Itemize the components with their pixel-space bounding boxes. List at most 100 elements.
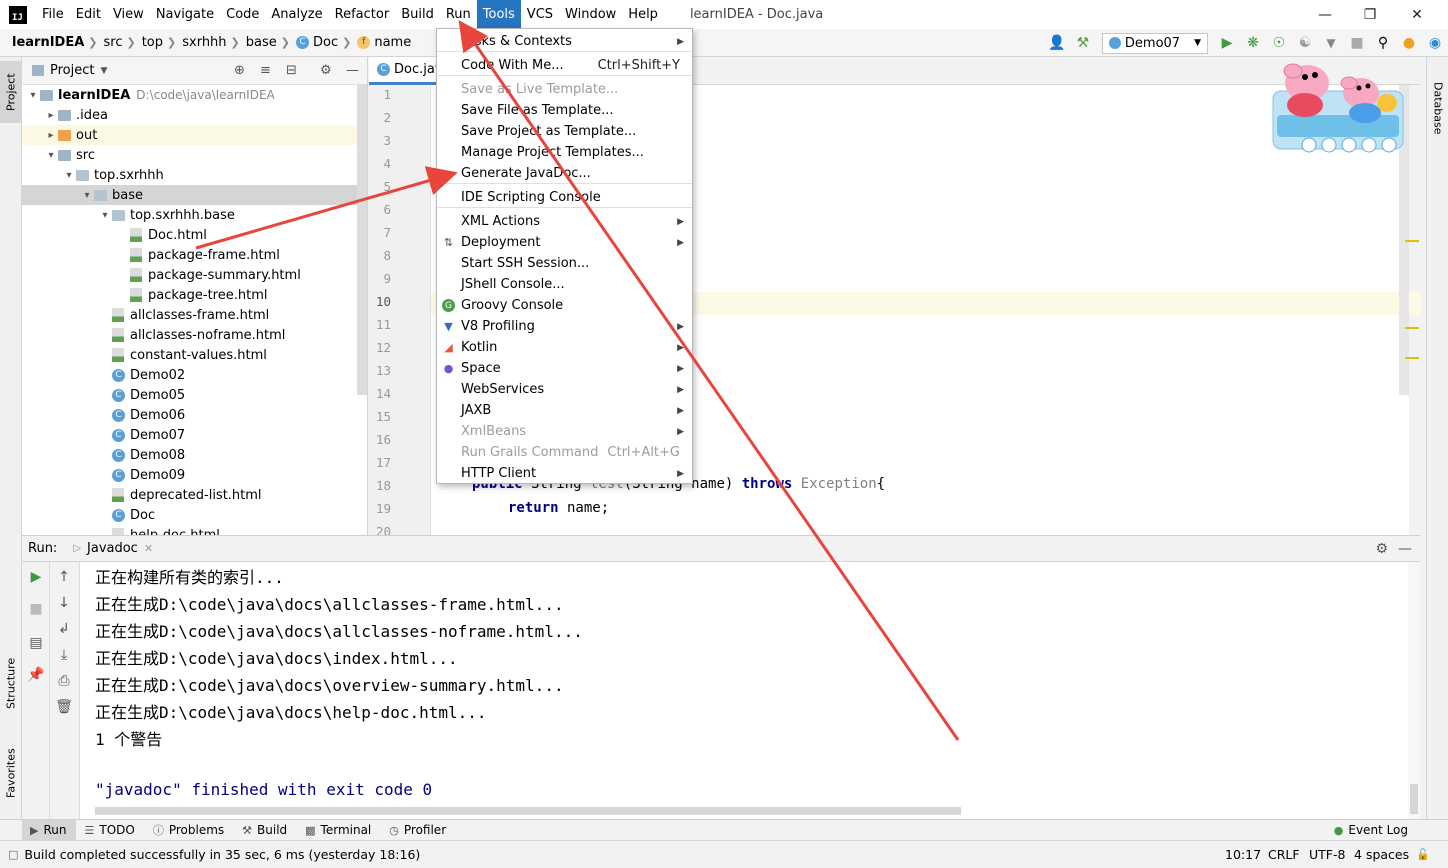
menu-view[interactable]: View (107, 0, 150, 29)
line-number[interactable]: 11 (369, 317, 391, 332)
tool-problems[interactable]: ⓘ Problems (145, 820, 234, 841)
tree-item[interactable]: constant-values.html (22, 345, 367, 365)
warning-marker[interactable] (1405, 327, 1419, 329)
menu-item-generate-javadoc[interactable]: Generate JavaDoc... (437, 163, 692, 184)
tab-project[interactable]: Project (0, 61, 22, 123)
menu-analyze[interactable]: Analyze (265, 0, 328, 29)
breadcrumb-src[interactable]: src (98, 35, 127, 50)
line-number[interactable]: 6 (369, 202, 391, 217)
tree-item[interactable]: help-doc.html (22, 525, 367, 535)
close-icon[interactable]: ✕ (1394, 0, 1440, 29)
tree-item[interactable]: C Demo05 (22, 385, 367, 405)
update-icon[interactable]: ● (1398, 32, 1420, 54)
expand-all-icon[interactable]: ≡ (260, 63, 271, 78)
line-separator[interactable]: CRLF (1268, 847, 1300, 862)
jetbrains-toolbox-icon[interactable]: ◉ (1424, 32, 1446, 54)
console-vertical-scrollbar[interactable] (1408, 562, 1420, 819)
hide-icon[interactable]: — (1398, 541, 1412, 557)
line-number[interactable]: 19 (369, 501, 391, 516)
menu-build[interactable]: Build (395, 0, 440, 29)
tree-item[interactable]: ▾ src (22, 145, 367, 165)
menu-item-ide-scripting-console[interactable]: IDE Scripting Console (437, 187, 692, 208)
horizontal-scrollbar[interactable] (95, 807, 961, 815)
breadcrumb-sxrhhh[interactable]: sxrhhh (176, 35, 230, 50)
line-number[interactable]: 7 (369, 225, 391, 240)
line-number[interactable]: 5 (369, 179, 391, 194)
menu-item-space[interactable]: ● Space ▶ (437, 358, 692, 379)
menu-item-code-with-me[interactable]: Code With Me... Ctrl+Shift+Y (437, 55, 692, 76)
tree-item[interactable]: deprecated-list.html (22, 485, 367, 505)
tool-build[interactable]: ⚒ Build (234, 820, 297, 841)
chevron-down-icon[interactable]: ▾ (80, 190, 94, 201)
profile-icon[interactable]: ☯ (1294, 32, 1316, 54)
tree-item[interactable]: C Demo06 (22, 405, 367, 425)
restore-icon[interactable]: ❐ (1347, 0, 1393, 29)
tab-javadoc[interactable]: Javadoc (87, 541, 138, 556)
print-icon[interactable]: ⎙ (50, 670, 78, 692)
line-number[interactable]: 4 (369, 156, 391, 171)
user-icon[interactable]: 👤 (1046, 32, 1068, 54)
pin-icon[interactable]: 📌 (22, 664, 50, 686)
line-number[interactable]: 14 (369, 386, 391, 401)
line-number[interactable]: 1 (369, 87, 391, 102)
menu-item-start-ssh-session[interactable]: Start SSH Session... (437, 253, 692, 274)
line-number[interactable]: 16 (369, 432, 391, 447)
menu-item-jaxb[interactable]: JAXB ▶ (437, 400, 692, 421)
arrow-down-icon[interactable]: ↓ (50, 592, 78, 614)
menu-item-save-project-as-template[interactable]: Save Project as Template... (437, 121, 692, 142)
lock-icon[interactable]: 🔓 (1416, 848, 1430, 861)
breadcrumb-top[interactable]: top (136, 35, 167, 50)
tab-database[interactable]: Database (1427, 77, 1448, 139)
caret-position[interactable]: 10:17 (1225, 847, 1261, 862)
intellij-logo-icon[interactable]: IJ (9, 5, 27, 24)
more-run-icon[interactable]: ▼ (1320, 32, 1342, 54)
tree-item[interactable]: allclasses-noframe.html (22, 325, 367, 345)
tree-item[interactable]: package-frame.html (22, 245, 367, 265)
tool-profiler[interactable]: ◷ Profiler (381, 820, 456, 841)
menu-run[interactable]: Run (440, 0, 477, 29)
status-message[interactable]: Build completed successfully in 35 sec, … (24, 847, 420, 862)
close-tab-icon[interactable]: ✕ (144, 542, 153, 555)
menu-item-v8-profiling[interactable]: ▼ V8 Profiling ▶ (437, 316, 692, 337)
locate-icon[interactable]: ⊕ (234, 63, 245, 78)
hide-icon[interactable]: — (346, 63, 359, 78)
menu-item-jshell-console[interactable]: JShell Console... (437, 274, 692, 295)
gear-icon[interactable]: ⚙ (1375, 541, 1388, 557)
chevron-right-icon[interactable]: ▸ (44, 130, 58, 141)
line-number[interactable]: 9 (369, 271, 391, 286)
stop-icon[interactable]: ■ (22, 598, 50, 620)
line-number[interactable]: 8 (369, 248, 391, 263)
build-hammer-icon[interactable]: ⚒ (1072, 32, 1094, 54)
scroll-thumb[interactable] (1410, 784, 1418, 814)
menu-window[interactable]: Window (559, 0, 622, 29)
menu-item-groovy-console[interactable]: G Groovy Console (437, 295, 692, 316)
scroll-to-end-icon[interactable]: ⤓ (50, 644, 78, 666)
tree-item[interactable]: ▸ .idea (22, 105, 367, 125)
menu-navigate[interactable]: Navigate (150, 0, 220, 29)
tree-item[interactable]: package-summary.html (22, 265, 367, 285)
breadcrumb-base[interactable]: base (240, 35, 281, 50)
menu-file[interactable]: File (36, 0, 70, 29)
menu-item-xml-actions[interactable]: XML Actions ▶ (437, 211, 692, 232)
tree-item[interactable]: ▾ top.sxrhhh.base (22, 205, 367, 225)
menu-code[interactable]: Code (220, 0, 265, 29)
tree-item[interactable]: Doc.html (22, 225, 367, 245)
coverage-icon[interactable]: ☉ (1268, 32, 1290, 54)
tree-item[interactable]: ▾ base (22, 185, 367, 205)
tool-todo[interactable]: ☰ TODO (76, 820, 144, 841)
layout-icon[interactable]: ▤ (22, 632, 50, 654)
menu-item-webservices[interactable]: WebServices ▶ (437, 379, 692, 400)
menu-item-tasks-contexts[interactable]: Tasks & Contexts ▶ (437, 31, 692, 52)
rerun-icon[interactable]: ▶ (22, 566, 50, 588)
chevron-down-icon[interactable]: ▾ (62, 170, 76, 181)
tree-item[interactable]: C Demo02 (22, 365, 367, 385)
chevron-down-icon[interactable]: ▾ (44, 150, 58, 161)
tree-item[interactable]: package-tree.html (22, 285, 367, 305)
tree-item[interactable]: ▾ top.sxrhhh (22, 165, 367, 185)
tree-item[interactable]: C Demo07 (22, 425, 367, 445)
menu-item-save-file-as-template[interactable]: Save File as Template... (437, 100, 692, 121)
tree-item[interactable]: ▾ learnIDEA D:\code\java\learnIDEA (22, 85, 367, 105)
line-number[interactable]: 13 (369, 363, 391, 378)
run-config-selector[interactable]: Demo07 ▼ (1101, 32, 1208, 54)
scrollbar[interactable] (357, 85, 367, 395)
